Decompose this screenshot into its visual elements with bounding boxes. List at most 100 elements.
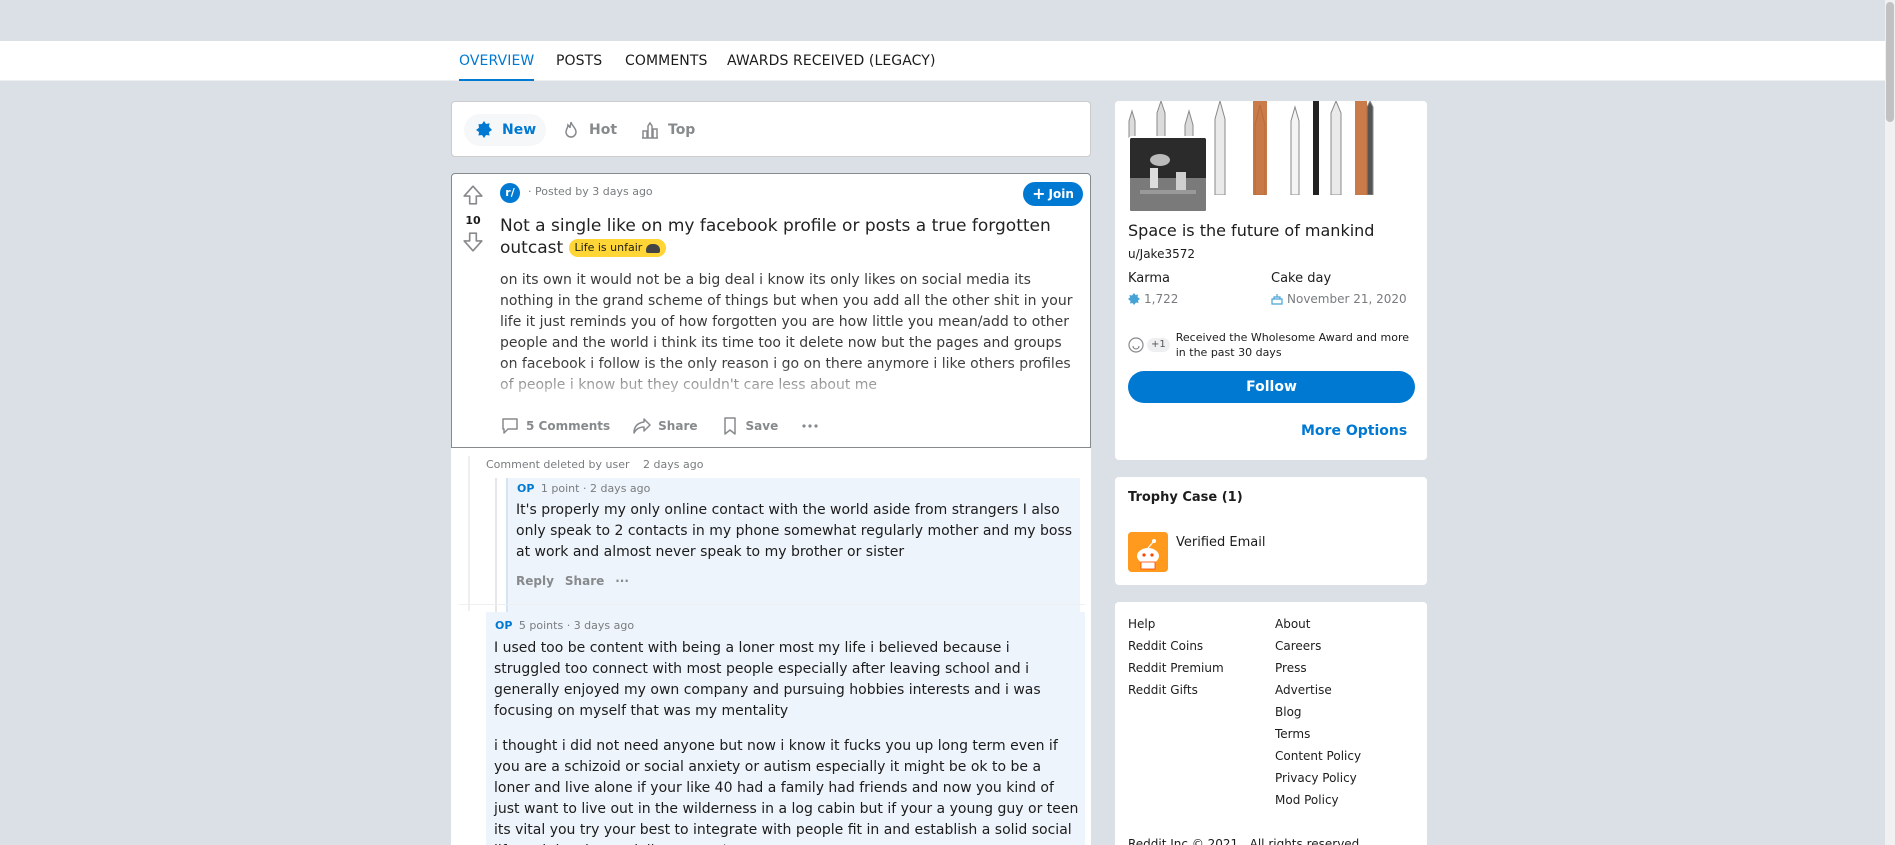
profile-card: Space is the future of mankind u/Jake357… <box>1115 101 1427 460</box>
award-summary: +1 Received the Wholesome Award and more… <box>1128 330 1412 360</box>
share-button[interactable]: Share <box>632 416 698 436</box>
footer-link-careers[interactable]: Careers <box>1275 639 1321 653</box>
more-options-link[interactable]: More Options <box>1301 423 1407 439</box>
tab-comments[interactable]: COMMENTS <box>625 41 708 81</box>
vote-column: 10 <box>460 184 486 257</box>
profile-display-name: Space is the future of mankind <box>1128 221 1375 240</box>
share-label: Share <box>658 419 698 433</box>
trophy-verified-email-label: Verified Email <box>1176 535 1266 550</box>
comment-meta: OP 5 points · 3 days ago <box>495 619 634 632</box>
comment-more-icon[interactable]: ··· <box>615 574 629 588</box>
upvote-icon[interactable] <box>462 184 484 206</box>
downvote-icon[interactable] <box>462 231 484 253</box>
trophy-case: Trophy Case (1) Verified Email <box>1115 477 1427 585</box>
trophy-case-title: Trophy Case (1) <box>1128 490 1243 505</box>
sort-bar: New Hot Top <box>451 101 1091 157</box>
deleted-comment-text: Comment deleted by user <box>486 458 630 471</box>
flair-emoji-icon <box>645 243 660 253</box>
post-body: on its own it would not be a big deal i … <box>500 272 1073 393</box>
deleted-comment: Comment deleted by user 2 days ago <box>486 458 703 471</box>
sort-new-label: New <box>502 122 537 138</box>
cakeday-value: November 21, 2020 <box>1271 292 1407 306</box>
thread-line[interactable] <box>468 456 470 611</box>
share-icon <box>633 418 651 434</box>
comment-paragraph-1: I used too be content with being a loner… <box>494 640 1041 719</box>
footer-link-terms[interactable]: Terms <box>1275 727 1310 741</box>
comment-actions: Reply Share ··· <box>516 574 629 588</box>
karma-value: 1,722 <box>1128 292 1178 306</box>
footer-link-help[interactable]: Help <box>1128 617 1155 631</box>
join-button[interactable]: + Join <box>1023 182 1083 206</box>
comments-section: Comment deleted by user 2 days ago OP 1 … <box>451 448 1091 845</box>
award-text: Received the Wholesome Award and more in… <box>1175 331 1409 359</box>
top-chart-icon <box>642 121 658 139</box>
vote-count: 10 <box>465 214 481 227</box>
footer-link-blog[interactable]: Blog <box>1275 705 1302 719</box>
sort-new-button[interactable]: New <box>464 114 547 146</box>
cakeday-date: November 21, 2020 <box>1287 292 1407 306</box>
sort-hot-label: Hot <box>589 122 618 138</box>
flame-icon <box>565 121 577 138</box>
footer-link-content-policy[interactable]: Content Policy <box>1275 749 1361 763</box>
profile-tabs: OVERVIEW POSTS COMMENTS AWARDS RECEIVED … <box>0 41 1895 81</box>
footer-link-mod-policy[interactable]: Mod Policy <box>1275 793 1339 807</box>
bookmark-icon <box>723 417 736 435</box>
tab-overview[interactable]: OVERVIEW <box>459 41 535 81</box>
profile-avatar[interactable] <box>1128 136 1208 213</box>
tab-awards-received[interactable]: AWARDS RECEIVED (LEGACY) <box>727 41 936 81</box>
post-flair-text: Life is unfair <box>574 241 643 254</box>
comment-points-time: 1 point · 2 days ago <box>540 482 651 495</box>
page-scrollbar[interactable] <box>1885 0 1895 845</box>
footer-link-press[interactable]: Press <box>1275 661 1307 675</box>
comment-meta: OP 1 point · 2 days ago <box>517 482 650 495</box>
post-actions: 5 Comments Share Save <box>500 416 820 436</box>
footer-link-reddit-gifts[interactable]: Reddit Gifts <box>1128 683 1198 697</box>
reply-button[interactable]: Reply <box>516 574 554 588</box>
sort-hot-button[interactable]: Hot <box>551 114 627 146</box>
tab-posts[interactable]: POSTS <box>556 41 602 81</box>
footer-link-advertise[interactable]: Advertise <box>1275 683 1332 697</box>
sort-top-button[interactable]: Top <box>630 114 705 146</box>
new-burst-icon <box>476 121 492 138</box>
post-card[interactable]: 10 r/ · Posted by 3 days ago + Join Not … <box>451 173 1091 448</box>
join-label: Join <box>1048 187 1074 201</box>
comment-text: It's properly my only online contact wit… <box>516 502 1073 560</box>
footer-links: Help Reddit Coins Reddit Premium Reddit … <box>1115 602 1427 845</box>
profile-username: u/Jake3572 <box>1128 247 1195 261</box>
post-title[interactable]: Not a single like on my facebook profile… <box>500 215 1060 259</box>
comments-label: 5 Comments <box>526 419 611 433</box>
comment-reply-1[interactable]: OP 1 point · 2 days ago It's properly my… <box>506 478 1080 624</box>
op-badge: OP <box>517 482 535 495</box>
moon-landing-avatar-image <box>1130 138 1206 211</box>
footer-link-privacy-policy[interactable]: Privacy Policy <box>1275 771 1357 785</box>
scrollbar-thumb[interactable] <box>1886 2 1894 122</box>
wholesome-award-icon <box>1128 337 1144 353</box>
post-meta: · Posted by 3 days ago <box>528 185 653 198</box>
cake-icon <box>1271 294 1283 305</box>
snoo-mail-icon <box>1128 532 1168 572</box>
award-plus-count: +1 <box>1147 338 1170 352</box>
footer-link-reddit-premium[interactable]: Reddit Premium <box>1128 661 1224 675</box>
comments-button[interactable]: 5 Comments <box>500 416 610 436</box>
karma-label: Karma <box>1128 271 1171 286</box>
reply-thread-line[interactable] <box>495 478 497 624</box>
karma-icon <box>1128 293 1140 305</box>
comment-divider <box>459 604 1085 605</box>
footer-link-reddit-coins[interactable]: Reddit Coins <box>1128 639 1203 653</box>
copyright-text: Reddit Inc © 2021 . All rights reserved <box>1128 837 1360 845</box>
comment-2[interactable]: OP 5 points · 3 days ago I used too be c… <box>486 612 1085 845</box>
ellipsis-icon <box>802 424 818 428</box>
comment-icon <box>502 418 518 434</box>
follow-button[interactable]: Follow <box>1128 371 1415 403</box>
verified-email-trophy-icon <box>1128 532 1168 572</box>
comment-share-button[interactable]: Share <box>565 574 604 588</box>
footer-link-about[interactable]: About <box>1275 617 1310 631</box>
more-options-button[interactable] <box>800 416 820 436</box>
post-flair[interactable]: Life is unfair <box>568 239 666 257</box>
save-label: Save <box>745 419 779 433</box>
sort-top-label: Top <box>668 122 696 138</box>
comment-points-time: 5 points · 3 days ago <box>518 619 635 632</box>
save-button[interactable]: Save <box>720 416 779 436</box>
karma-number: 1,722 <box>1144 292 1179 306</box>
subreddit-icon[interactable]: r/ <box>500 183 520 203</box>
